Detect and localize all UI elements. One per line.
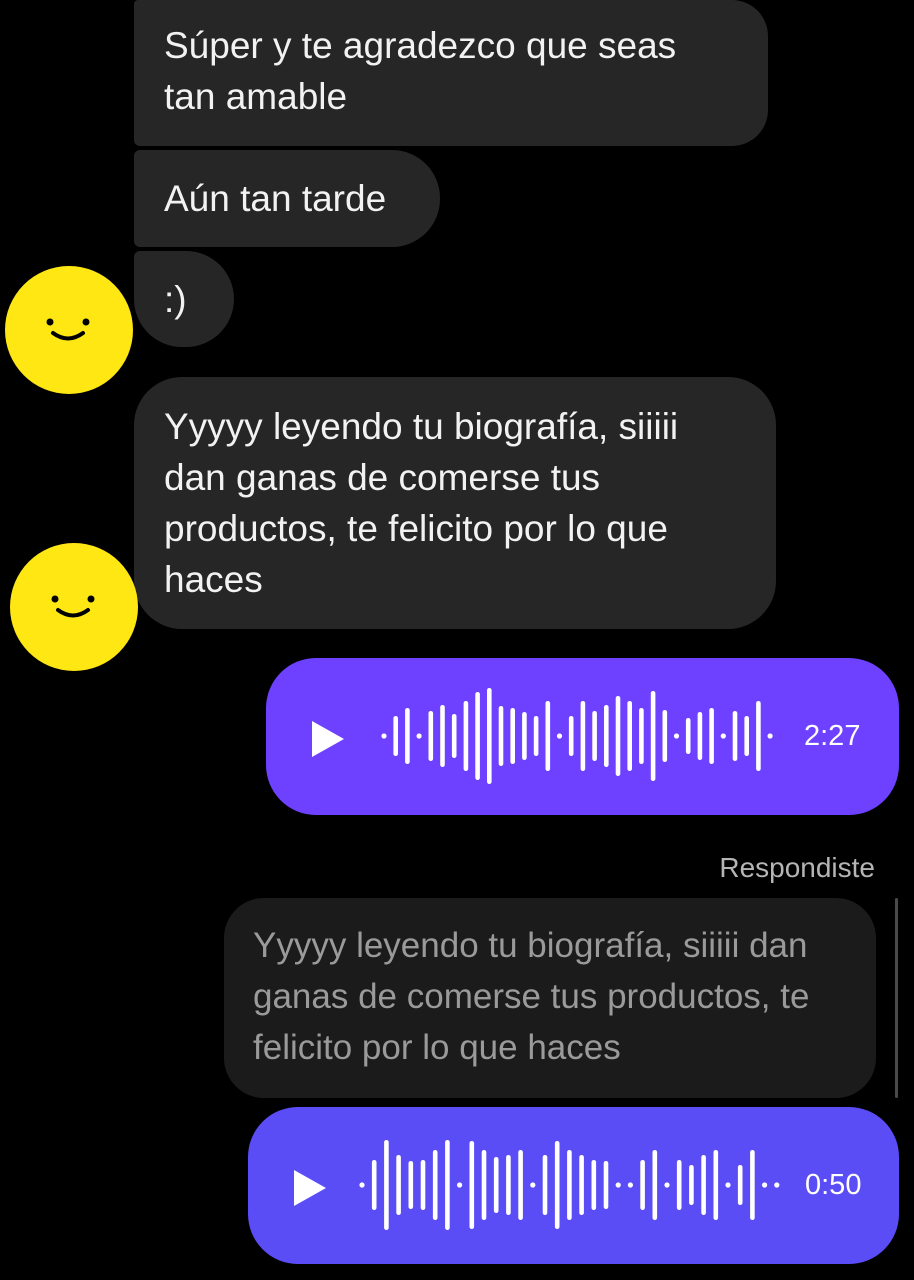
waveform-bar	[639, 708, 644, 764]
quoted-message[interactable]: Yyyyy leyendo tu biografía, siiiii dan g…	[224, 898, 876, 1098]
waveform-dot	[615, 1182, 621, 1188]
waveform-dot	[725, 1182, 731, 1188]
waveform-bar	[481, 1150, 487, 1220]
waveform-bar	[662, 710, 668, 762]
waveform-dot	[774, 1182, 780, 1188]
waveform-bar	[510, 708, 515, 764]
waveform-bar	[591, 1160, 597, 1210]
play-icon[interactable]	[290, 1168, 330, 1208]
waveform-bar	[445, 1140, 450, 1230]
audio-waveform[interactable]	[380, 684, 780, 789]
waveform-bar	[393, 716, 398, 756]
waveform-bar	[487, 688, 492, 784]
waveform-bar	[568, 716, 574, 756]
waveform-bar	[697, 712, 703, 760]
quoted-text: Yyyyy leyendo tu biografía, siiiii dan	[253, 926, 808, 965]
waveform-dot	[720, 733, 726, 739]
waveform-bar	[756, 701, 761, 771]
message-bubble[interactable]: Súper y te agradezco que seas tan amable	[134, 0, 768, 146]
waveform-bar	[469, 1141, 475, 1229]
waveform-bar	[701, 1155, 706, 1215]
waveform-dot	[416, 733, 422, 739]
voice-duration: 0:50	[805, 1169, 862, 1201]
waveform-bar	[420, 1160, 426, 1210]
waveform-bar	[545, 701, 551, 771]
waveform-bar	[384, 1140, 389, 1230]
waveform-bar	[603, 1161, 609, 1209]
waveform-bar	[432, 1150, 438, 1220]
waveform-bar	[463, 701, 469, 771]
message-bubble[interactable]: :)	[134, 251, 234, 347]
waveform-bar	[533, 716, 539, 756]
waveform-bar	[709, 708, 714, 764]
waveform-dot	[767, 733, 773, 739]
voice-duration: 2:27	[804, 720, 861, 752]
waveform-dot	[359, 1182, 365, 1188]
message-text: dan ganas de comerse tus	[164, 457, 601, 498]
waveform-bar	[604, 705, 609, 767]
waveform-dot	[664, 1182, 670, 1188]
message-bubble[interactable]: Aún tan tarde	[134, 150, 440, 247]
waveform-bar	[689, 1165, 694, 1205]
waveform-dot	[762, 1182, 768, 1188]
waveform-bar	[750, 1150, 755, 1220]
message-text: haces	[164, 559, 263, 600]
waveform-bar	[518, 1150, 523, 1220]
waveform-bar	[627, 701, 632, 771]
message-text: :)	[164, 279, 187, 320]
waveform-bar	[650, 691, 656, 781]
waveform-bar	[685, 718, 691, 754]
waveform-bar	[579, 1155, 584, 1215]
waveform-bar	[542, 1155, 548, 1215]
waveform-bar	[428, 711, 434, 761]
play-icon[interactable]	[308, 719, 348, 759]
waveform-bar	[554, 1141, 560, 1229]
quoted-text: felicito por lo que haces	[253, 1028, 621, 1067]
quoted-text: ganas de comerse tus productos, te	[253, 977, 810, 1016]
waveform-bar	[522, 712, 527, 760]
waveform-dot	[627, 1182, 633, 1188]
reply-label: Respondiste	[719, 852, 875, 883]
waveform-bar	[615, 696, 621, 776]
waveform-bar	[371, 1160, 377, 1210]
waveform-bar	[744, 716, 749, 756]
waveform-bar	[405, 708, 410, 764]
message-text: Aún tan tarde	[164, 178, 387, 219]
reply-indicator-bar	[895, 898, 898, 1098]
message-text: productos, te felicito por lo que	[164, 508, 668, 549]
waveform-dot	[556, 733, 563, 739]
waveform-bar	[493, 1157, 499, 1213]
waveform-bar	[732, 711, 738, 761]
waveform-dot	[673, 733, 680, 739]
voice-message[interactable]: 0:50	[248, 1107, 899, 1264]
audio-waveform[interactable]	[358, 1133, 792, 1238]
message-bubble[interactable]: Yyyyy leyendo tu biografía, siiiii dan g…	[134, 377, 776, 629]
waveform-bar	[737, 1165, 743, 1205]
waveform-bar	[652, 1150, 658, 1220]
waveform-bar	[676, 1160, 682, 1210]
waveform-bar	[640, 1160, 645, 1210]
waveform-bar	[451, 714, 457, 758]
smiley-face-icon	[46, 318, 90, 341]
waveform-dot	[381, 733, 387, 739]
waveform-bar	[713, 1150, 719, 1220]
message-text: tan amable	[164, 76, 348, 117]
waveform-bar	[440, 705, 445, 767]
waveform-bar	[498, 706, 504, 766]
avatar[interactable]	[5, 266, 133, 394]
waveform-bar	[580, 701, 586, 771]
waveform-dot	[457, 1182, 463, 1188]
waveform-bar	[592, 711, 597, 761]
avatar[interactable]	[10, 543, 138, 671]
waveform-bar	[396, 1155, 401, 1215]
smiley-face-icon	[51, 595, 95, 618]
voice-message[interactable]: 2:27	[266, 658, 899, 815]
waveform-bar	[506, 1155, 511, 1215]
waveform-bar	[475, 692, 480, 780]
waveform-bar	[408, 1161, 414, 1209]
message-text: Súper y te agradezco que seas	[164, 25, 677, 66]
waveform-bar	[567, 1150, 572, 1220]
message-text: Yyyyy leyendo tu biografía, siiiii	[164, 406, 679, 447]
waveform-dot	[530, 1182, 536, 1188]
